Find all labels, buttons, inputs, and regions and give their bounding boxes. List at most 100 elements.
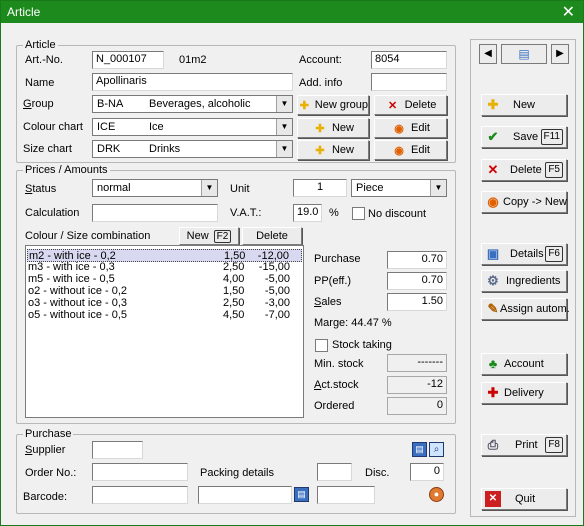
- combination-name: o5 - without ice - 0,5: [28, 309, 128, 321]
- combination-stock: -5,00: [264, 285, 290, 297]
- addinfo-field[interactable]: [371, 73, 447, 91]
- window-title: Article: [7, 5, 41, 19]
- group-delete-button[interactable]: ✕ Delete: [374, 95, 447, 115]
- side-assign-button[interactable]: ✎ Assign autom.: [481, 298, 570, 320]
- size-chart-select[interactable]: DRK Drinks ▼: [92, 140, 293, 158]
- list-item[interactable]: o5 - without ice - 0,5 4,50 -7,00: [27, 309, 302, 322]
- size-text: Drinks: [149, 143, 181, 155]
- purchase-label: Purchase: [314, 253, 361, 265]
- act-stock-field: -12: [387, 376, 447, 394]
- stock-taking-checkbox[interactable]: [315, 339, 328, 352]
- close-icon[interactable]: ✕: [562, 2, 575, 22]
- sales-field[interactable]: 1.50: [387, 293, 447, 311]
- colour-code: ICE: [97, 121, 116, 133]
- chevron-down-icon[interactable]: ▼: [201, 180, 217, 196]
- stock-taking-label: Stock taking: [332, 339, 392, 351]
- group-select[interactable]: B-NA Beverages, alcoholic ▼: [92, 95, 293, 113]
- plus-icon: ✚: [315, 122, 325, 135]
- barcode-field-3[interactable]: [317, 486, 375, 504]
- details-icon: ▣: [486, 246, 500, 261]
- account-label: Account:: [299, 54, 342, 66]
- colour-new-button[interactable]: ✚ New: [297, 118, 369, 138]
- ppeff-field[interactable]: 0.70: [387, 272, 447, 290]
- nav-next-icon[interactable]: ▶: [551, 44, 569, 64]
- plus-icon: ✚: [299, 99, 309, 112]
- name-field[interactable]: Apollinaris: [92, 73, 293, 91]
- artno-label: Art.-No.: [25, 54, 63, 66]
- side-copy-button[interactable]: ◉ Copy -> New: [481, 191, 567, 213]
- edit-icon: ◉: [394, 122, 404, 135]
- new-group-button[interactable]: ✚ New group: [297, 95, 369, 115]
- calculation-field[interactable]: [92, 204, 218, 222]
- min-stock-field[interactable]: -------: [387, 354, 447, 372]
- x-icon: ✕: [487, 162, 499, 177]
- cs-label: Colour / Size combination: [25, 230, 151, 242]
- f5-key-badge: F5: [545, 162, 563, 178]
- colour-edit-button[interactable]: ◉ Edit: [374, 118, 447, 138]
- ordered-field: 0: [387, 397, 447, 415]
- purchase-field[interactable]: 0.70: [387, 251, 447, 269]
- side-print-button[interactable]: ⎙ Print F8: [481, 434, 567, 456]
- chevron-down-icon[interactable]: ▼: [276, 96, 292, 112]
- database-icon[interactable]: ▤: [412, 442, 427, 457]
- side-quit-button[interactable]: ✕ Quit: [481, 488, 567, 510]
- colour-chart-select[interactable]: ICE Ice ▼: [92, 118, 293, 136]
- cs-delete-button[interactable]: Delete: [242, 227, 302, 245]
- name-label: Name: [25, 77, 55, 89]
- combination-name: o3 - without ice - 0,3: [28, 297, 128, 309]
- artno-field[interactable]: N_000107: [92, 51, 164, 69]
- packing-field[interactable]: [317, 463, 352, 481]
- account-icon: ♣: [488, 356, 498, 371]
- sales-label: Sales: [314, 296, 342, 308]
- vat-field[interactable]: 19.0: [293, 204, 322, 222]
- combination-price: 2,50: [223, 261, 245, 273]
- chevron-down-icon[interactable]: ▼: [276, 141, 292, 157]
- colour-text: Ice: [149, 121, 164, 133]
- combination-stock: -5,00: [264, 273, 290, 285]
- cs-new-button[interactable]: New F2: [179, 227, 239, 245]
- side-delivery-button[interactable]: ✚ Delivery: [481, 382, 567, 404]
- order-no-field[interactable]: [92, 463, 188, 481]
- status-select[interactable]: normal ▼: [92, 179, 218, 197]
- barcode-db-icon[interactable]: ▤: [294, 487, 309, 502]
- supplier-field[interactable]: [92, 441, 143, 459]
- combination-name: m3 - with ice - 0,3: [28, 261, 115, 273]
- side-save-button[interactable]: ✔ Save F11: [481, 126, 567, 148]
- size-code: DRK: [97, 143, 121, 155]
- search-icon[interactable]: ⌕: [429, 442, 444, 457]
- side-new-button[interactable]: ✚ New: [481, 94, 567, 116]
- chevron-down-icon[interactable]: ▼: [276, 119, 292, 135]
- side-details-button[interactable]: ▣ Details F6: [481, 243, 567, 265]
- side-account-button[interactable]: ♣ Account: [481, 353, 567, 375]
- side-ingredients-button[interactable]: ⚙ Ingredients: [481, 270, 567, 292]
- account-field[interactable]: 8054: [371, 51, 447, 69]
- disc-field[interactable]: 0: [410, 463, 444, 481]
- unit-value: Piece: [356, 182, 384, 194]
- f8-key-badge: F8: [545, 437, 563, 453]
- article-legend: Article: [25, 39, 56, 51]
- combination-price: 4,00: [223, 273, 245, 285]
- prices-legend: Prices / Amounts: [25, 164, 108, 176]
- nav-prev-icon[interactable]: ◀: [479, 44, 497, 64]
- palette-icon[interactable]: ●: [429, 487, 444, 502]
- printer-icon: ⎙: [487, 437, 499, 452]
- unit-qty-field[interactable]: 1: [293, 179, 347, 197]
- supplier-label: Supplier: [25, 444, 66, 456]
- packing-label: Packing details: [200, 467, 274, 479]
- purchase-legend: Purchase: [25, 428, 72, 440]
- size-new-button[interactable]: ✚ New: [297, 140, 369, 160]
- vat-unit: %: [329, 207, 339, 219]
- combination-name: o2 - without ice - 0,2: [28, 285, 128, 297]
- chevron-down-icon[interactable]: ▼: [430, 180, 446, 196]
- group-code: B-NA: [97, 98, 124, 110]
- barcode-field-2[interactable]: [198, 486, 292, 504]
- side-delete-button[interactable]: ✕ Delete F5: [481, 159, 567, 181]
- no-discount-checkbox[interactable]: [352, 207, 365, 220]
- addinfo-label: Add. info: [299, 77, 343, 89]
- size-edit-button[interactable]: ◉ Edit: [374, 140, 447, 160]
- ingredients-icon: ⚙: [487, 273, 499, 288]
- unit-select[interactable]: Piece ▼: [351, 179, 447, 197]
- barcode-field[interactable]: [92, 486, 188, 504]
- nav-list-icon[interactable]: ▤: [501, 44, 547, 64]
- combination-list[interactable]: m2 - with ice - 0,2 1,50 -12,00 m3 - with i…: [25, 245, 304, 418]
